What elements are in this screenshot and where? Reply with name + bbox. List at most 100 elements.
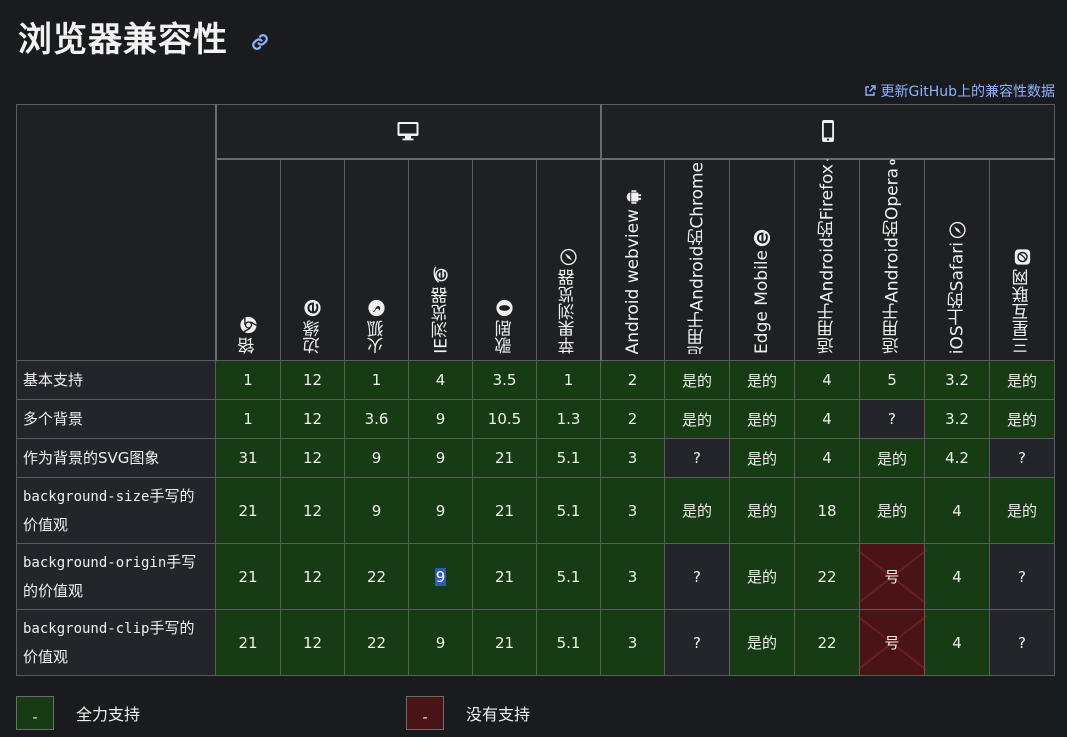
support-cell[interactable]: 是的 — [989, 477, 1056, 544]
support-cell[interactable]: 4 — [924, 477, 991, 544]
support-cell[interactable]: 12 — [280, 609, 345, 676]
support-cell[interactable]: 5.1 — [535, 609, 602, 676]
support-cell[interactable]: 21 — [215, 543, 281, 610]
support-cell[interactable]: 9 — [344, 438, 409, 478]
support-cell[interactable]: 3 — [600, 477, 666, 544]
support-value: 3 — [627, 567, 638, 586]
support-value: 3 — [627, 449, 638, 467]
samsung-icon — [1013, 247, 1031, 265]
support-value: 4 — [822, 410, 832, 428]
support-cell[interactable]: ? — [989, 438, 1056, 478]
support-cell[interactable]: 22 — [794, 609, 861, 676]
support-value: 5.1 — [556, 567, 581, 586]
support-cell[interactable]: 31 — [215, 438, 281, 478]
support-cell[interactable]: 4 — [924, 609, 991, 676]
support-cell[interactable]: 是的 — [729, 543, 796, 610]
support-cell[interactable]: 5 — [859, 360, 926, 400]
support-cell[interactable]: 4.2 — [924, 438, 991, 478]
support-cell[interactable]: 3 — [600, 543, 666, 610]
support-cell[interactable]: 是的 — [729, 477, 796, 544]
support-cell[interactable]: 是的 — [664, 360, 731, 400]
support-cell[interactable]: 12 — [280, 438, 345, 478]
support-cell[interactable]: 是的 — [989, 399, 1056, 439]
support-cell[interactable]: 1 — [344, 360, 409, 400]
support-cell[interactable]: 1 — [535, 360, 602, 400]
support-cell[interactable]: 是的 — [729, 438, 796, 478]
support-cell[interactable]: ? — [989, 609, 1056, 676]
support-cell[interactable]: 21 — [215, 609, 281, 676]
support-value: 3.5 — [492, 371, 517, 389]
support-cell[interactable]: 是的 — [729, 360, 796, 400]
support-cell[interactable]: 4 — [794, 360, 861, 400]
support-cell[interactable]: 是的 — [859, 438, 926, 478]
support-cell[interactable]: 5.1 — [535, 543, 602, 610]
corner-cell — [16, 104, 216, 361]
support-cell[interactable]: 号 — [859, 543, 926, 610]
support-cell[interactable]: 3 — [600, 609, 666, 676]
safari-icon — [948, 220, 966, 238]
support-cell[interactable]: 2 — [600, 399, 666, 439]
support-cell[interactable]: ? — [664, 543, 731, 610]
support-cell[interactable]: 9 — [344, 477, 409, 544]
support-cell[interactable]: 9 — [408, 438, 473, 478]
support-value: 是的 — [747, 502, 778, 520]
update-github-link[interactable]: 更新GitHub上的兼容性数据 — [864, 81, 1055, 101]
support-value: 是的 — [747, 449, 778, 468]
support-cell[interactable]: 12 — [280, 543, 345, 610]
support-cell[interactable]: 21 — [472, 609, 537, 676]
support-cell[interactable]: 1 — [215, 360, 281, 400]
support-value: 号 — [884, 634, 900, 652]
support-cell[interactable]: 4 — [924, 543, 991, 610]
link-icon[interactable] — [251, 33, 269, 51]
support-cell[interactable]: 18 — [794, 477, 861, 544]
browser-name: 铬 — [238, 337, 259, 354]
support-cell[interactable]: 3 — [600, 438, 666, 478]
support-cell[interactable]: ? — [989, 543, 1056, 610]
support-cell[interactable]: 是的 — [729, 399, 796, 439]
browser-name: Edge Mobile — [752, 250, 773, 354]
support-cell[interactable]: 是的 — [729, 609, 796, 676]
support-cell[interactable]: 4 — [408, 360, 473, 400]
support-cell[interactable]: 3.2 — [924, 399, 991, 439]
support-cell[interactable]: 是的 — [664, 477, 731, 544]
support-cell[interactable]: 10.5 — [472, 399, 537, 439]
firefox-icon — [368, 298, 386, 317]
external-link-icon — [865, 85, 877, 96]
browser-header: 适用于Android的Chrome — [664, 158, 731, 361]
support-cell[interactable]: 是的 — [664, 399, 731, 439]
support-cell[interactable]: 12 — [280, 399, 345, 439]
support-cell[interactable]: 21 — [472, 438, 537, 478]
support-cell[interactable]: 22 — [794, 543, 861, 610]
support-cell[interactable]: 号 — [859, 609, 926, 676]
support-cell[interactable]: ? — [859, 399, 926, 439]
support-cell[interactable]: 5.1 — [535, 477, 602, 544]
support-cell[interactable]: 3.5 — [472, 360, 537, 400]
support-cell[interactable]: 21 — [472, 477, 537, 544]
support-cell[interactable]: 22 — [344, 609, 409, 676]
support-cell[interactable]: 4 — [794, 438, 861, 478]
support-cell[interactable]: 12 — [280, 360, 345, 400]
support-cell[interactable]: 12 — [280, 477, 345, 544]
mobile-icon — [821, 120, 834, 143]
support-value: ? — [693, 567, 702, 586]
support-cell[interactable]: ? — [664, 438, 731, 478]
support-cell[interactable]: 9 — [408, 543, 473, 610]
support-cell[interactable]: 4 — [794, 399, 861, 439]
support-value: 是的 — [747, 371, 778, 390]
support-cell[interactable]: ? — [664, 609, 731, 676]
support-cell[interactable]: 21 — [472, 543, 537, 610]
support-cell[interactable]: 2 — [600, 360, 666, 400]
desktop-icon — [397, 122, 419, 141]
support-cell[interactable]: 是的 — [989, 360, 1056, 400]
support-cell[interactable]: 9 — [408, 399, 473, 439]
support-cell[interactable]: 5.1 — [535, 438, 602, 478]
support-cell[interactable]: 3.6 — [344, 399, 409, 439]
support-cell[interactable]: 1 — [215, 399, 281, 439]
support-cell[interactable]: 21 — [215, 477, 281, 544]
support-cell[interactable]: 9 — [408, 477, 473, 544]
support-cell[interactable]: 9 — [408, 609, 473, 676]
support-cell[interactable]: 22 — [344, 543, 409, 610]
support-cell[interactable]: 3.2 — [924, 360, 991, 400]
support-cell[interactable]: 是的 — [859, 477, 926, 544]
support-cell[interactable]: 1.3 — [535, 399, 602, 439]
